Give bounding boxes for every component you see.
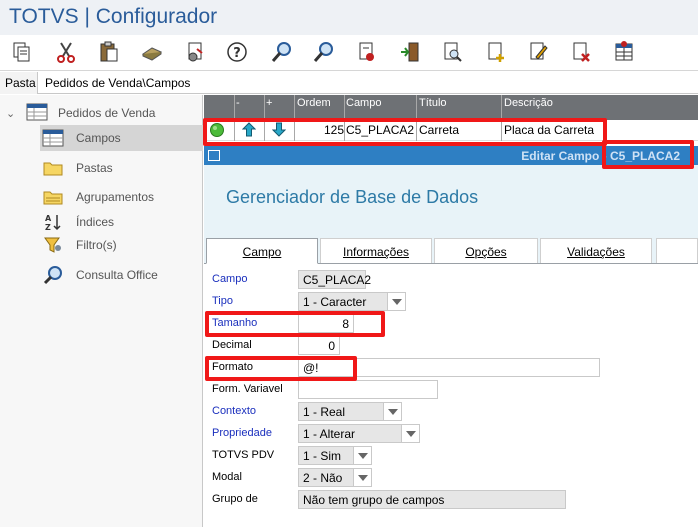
help-icon[interactable]: ? — [223, 38, 251, 66]
propriedade-select[interactable]: 1 - Alterar — [298, 424, 420, 443]
modal-select[interactable]: 2 - Não — [298, 468, 372, 487]
folder-stack-icon — [42, 187, 64, 207]
highlight-field-name — [602, 140, 694, 169]
table-icon — [42, 128, 64, 148]
search-next-icon[interactable] — [310, 38, 338, 66]
sidebar-item-pastas[interactable]: Pastas — [42, 155, 113, 181]
modal-label: Modal — [212, 471, 242, 483]
form-variavel-label: Form. Variavel — [212, 383, 283, 395]
tab-pasta[interactable]: Pasta — [0, 72, 38, 94]
sidebar-root-pedidos-de-venda[interactable]: ⌄ Pedidos de Venda — [6, 103, 155, 123]
settings-page-icon[interactable] — [181, 38, 209, 66]
sidebar-item-consulta-office[interactable]: Consulta Office — [42, 262, 158, 288]
totvs-pdv-label: TOTVS PDV — [212, 449, 275, 461]
svg-text:?: ? — [233, 46, 241, 61]
sidebar-item-filtros[interactable]: Filtro(s) — [42, 232, 117, 258]
edit-document-icon[interactable] — [524, 38, 552, 66]
contexto-value: 1 - Real — [303, 405, 346, 419]
tab-informacoes[interactable]: Informações — [320, 238, 432, 264]
decimal-label: Decimal — [212, 339, 252, 351]
sidebar-item-label: Agrupamentos — [76, 190, 155, 204]
form-variavel-field[interactable] — [298, 380, 438, 399]
chevron-down-icon[interactable] — [387, 293, 405, 310]
tab-validacoes[interactable]: Validações — [540, 238, 652, 264]
chevron-down-icon[interactable] — [353, 447, 371, 464]
col-descricao[interactable]: Descrição — [504, 97, 553, 109]
sort-az-icon: AZ — [42, 212, 64, 232]
chevron-down-icon[interactable] — [353, 469, 371, 486]
tipo-value: 1 - Caracter — [303, 295, 367, 309]
tab-more[interactable] — [656, 238, 698, 264]
sidebar-item-label: Pastas — [76, 161, 113, 175]
col-minus[interactable]: - — [236, 97, 240, 109]
modal-value: 2 - Não — [303, 471, 343, 485]
magnifier-icon — [42, 265, 64, 285]
tab-opcoes[interactable]: Opções — [434, 238, 538, 264]
propriedade-value: 1 - Alterar — [303, 427, 356, 441]
search-icon[interactable] — [268, 38, 296, 66]
chevron-down-icon[interactable] — [401, 425, 419, 442]
col-titulo[interactable]: Título — [419, 97, 447, 109]
tipo-label: Tipo — [212, 295, 233, 307]
decimal-field[interactable]: 0 — [298, 336, 340, 355]
propriedade-label: Propriedade — [212, 427, 272, 439]
path-bar: Pasta Pedidos de Venda\Campos — [0, 72, 698, 94]
page-title: Gerenciador de Base de Dados — [226, 187, 479, 207]
toolbar: ? — [0, 35, 698, 71]
document-restore-icon[interactable] — [353, 38, 381, 66]
contexto-label: Contexto — [212, 405, 257, 417]
col-ordem[interactable]: Ordem — [297, 97, 331, 109]
grupo-label: Grupo de — [212, 493, 258, 505]
new-document-icon[interactable] — [482, 38, 510, 66]
chevron-down-icon[interactable] — [383, 403, 401, 420]
table-icon — [26, 103, 48, 124]
sidebar-item-label: Campos — [76, 131, 121, 145]
funnel-icon — [42, 235, 64, 255]
editor-tabs: Campo Informações Opções Validações — [204, 238, 698, 264]
breadcrumb: Pedidos de Venda\Campos — [45, 76, 191, 90]
database-icon[interactable] — [138, 38, 166, 66]
svg-text:A: A — [45, 214, 52, 223]
totvs-pdv-value: 1 - Sim — [303, 449, 342, 463]
col-plus[interactable]: + — [266, 97, 272, 109]
chevron-down-icon[interactable]: ⌄ — [6, 107, 18, 120]
highlight-formato — [205, 356, 357, 381]
exit-door-icon[interactable] — [396, 38, 424, 66]
sidebar-item-agrupamentos[interactable]: Agrupamentos — [42, 184, 154, 210]
tab-campo[interactable]: Campo — [206, 238, 318, 264]
totvs-pdv-select[interactable]: 1 - Sim — [298, 446, 372, 465]
contexto-select[interactable]: 1 - Real — [298, 402, 402, 421]
campo-field[interactable]: C5_PLACA2 — [298, 270, 371, 289]
sidebar-item-label: Consulta Office — [76, 268, 158, 282]
highlight-tamanho — [205, 311, 385, 337]
cut-icon[interactable] — [52, 38, 80, 66]
campo-form: Campo C5_PLACA2 Tipo 1 - Caracter Tamanh… — [204, 263, 698, 527]
sidebar-item-label: Filtro(s) — [76, 238, 117, 252]
campo-label: Campo — [212, 273, 248, 285]
paste-icon[interactable] — [95, 38, 123, 66]
title-bar: TOTVS | Configurador — [0, 0, 698, 35]
sidebar-item-campos[interactable]: Campos — [40, 125, 203, 151]
preview-icon[interactable] — [439, 38, 467, 66]
field-editor-panel: Gerenciador de Base de Dados Campo Infor… — [204, 165, 698, 527]
svg-text:Z: Z — [45, 223, 51, 231]
grid-header: - + Ordem Campo Título Descrição — [204, 95, 698, 120]
highlight-row — [203, 118, 607, 146]
folder-icon — [42, 158, 64, 178]
sidebar-root-label: Pedidos de Venda — [58, 106, 156, 120]
tipo-select[interactable]: 1 - Caracter — [298, 292, 406, 311]
app-title: TOTVS | Configurador — [9, 5, 218, 28]
sidebar-item-label: Índices — [76, 215, 115, 229]
delete-document-icon[interactable] — [567, 38, 595, 66]
grupo-field[interactable]: Não tem grupo de campos — [298, 490, 566, 509]
sidebar: ⌄ Pedidos de Venda Campos Pastas Agrupam… — [0, 95, 203, 527]
grid-icon[interactable] — [610, 38, 638, 66]
col-campo[interactable]: Campo — [346, 97, 381, 109]
window-icon — [208, 150, 220, 161]
copy-icon[interactable] — [8, 38, 36, 66]
